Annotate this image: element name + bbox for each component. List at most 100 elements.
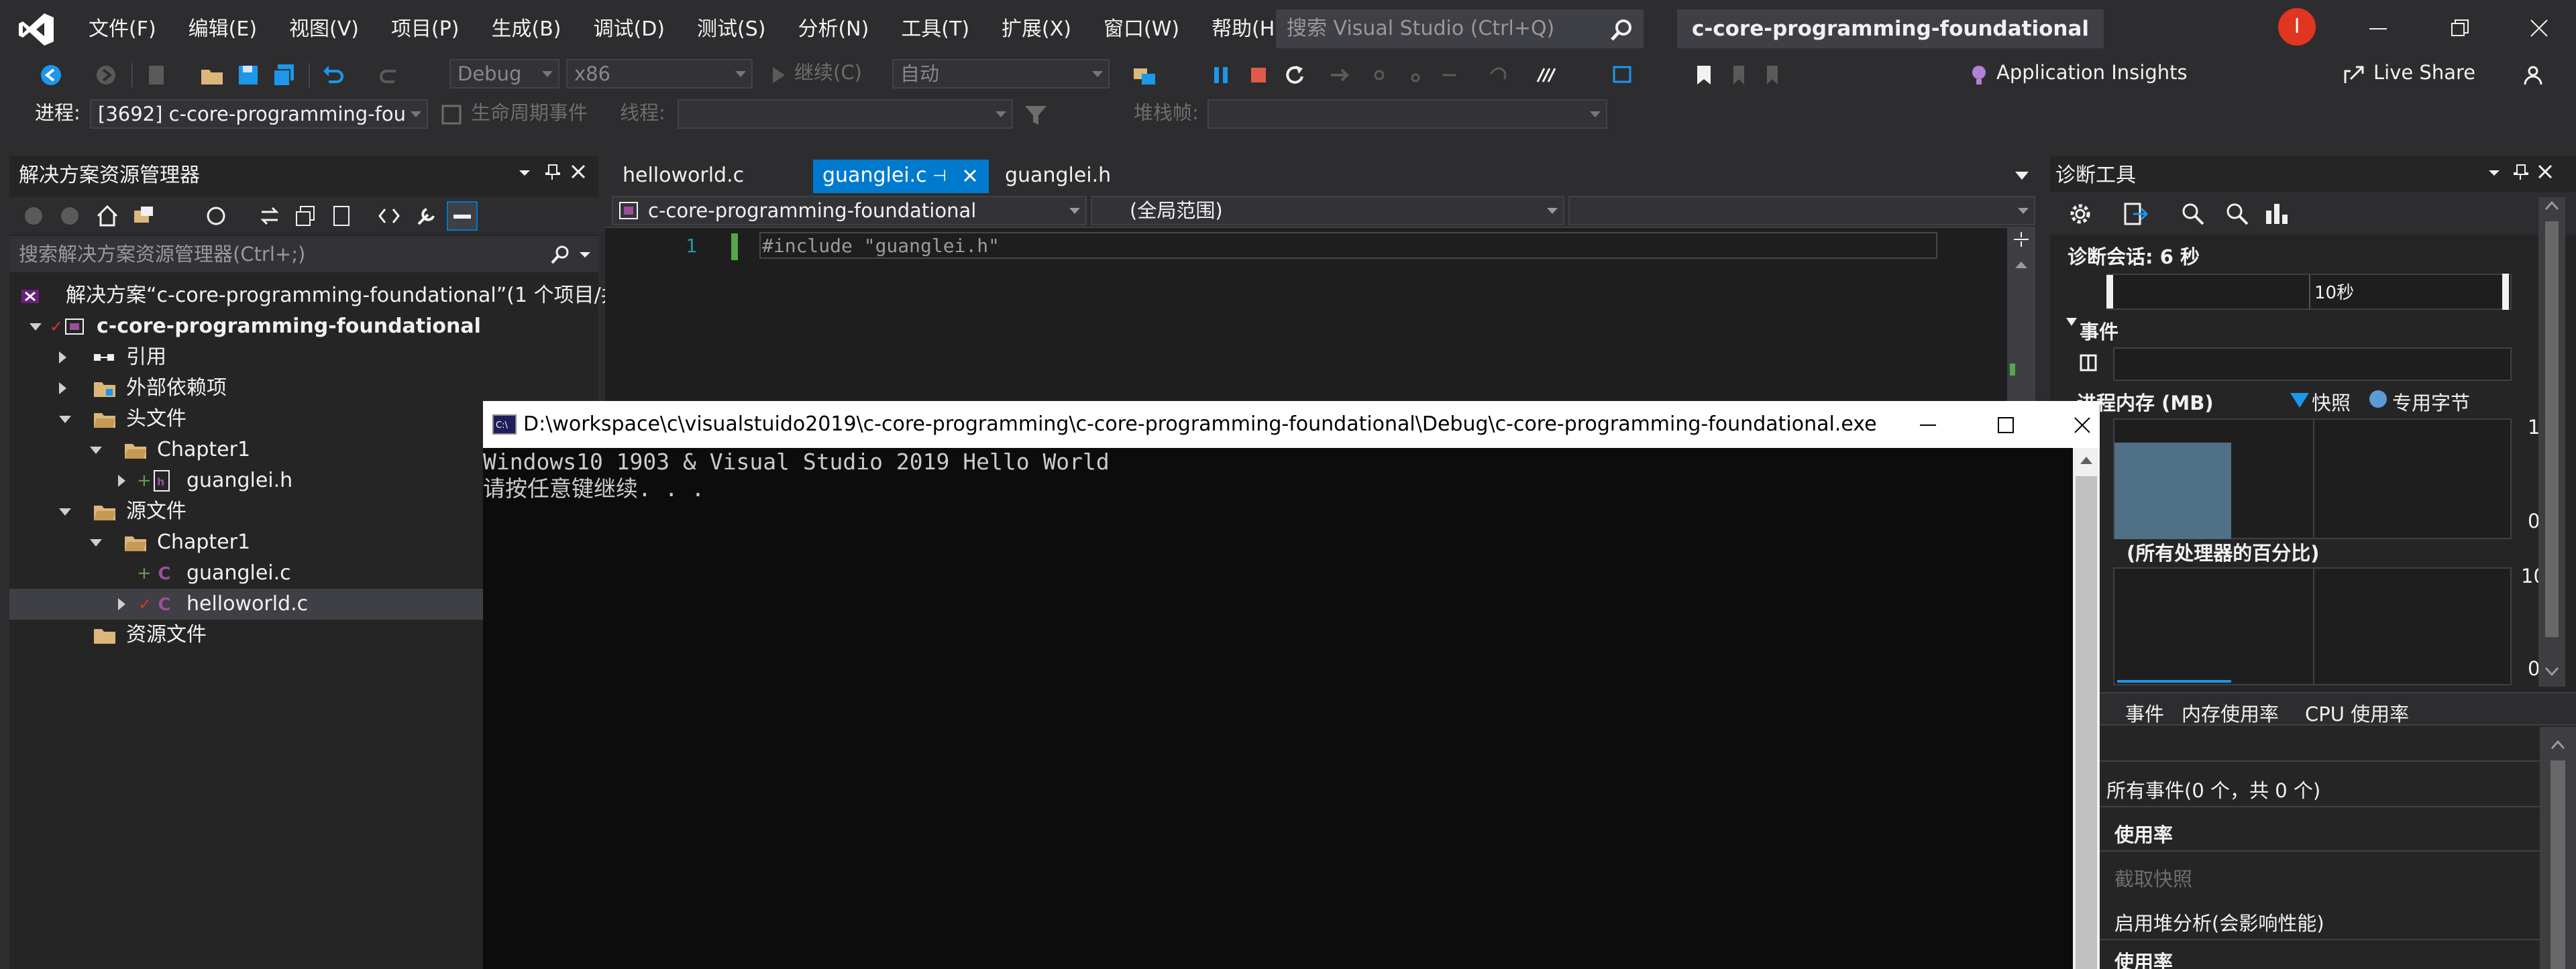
- preview-selected-button[interactable]: [447, 201, 478, 231]
- pin-icon[interactable]: [2512, 162, 2530, 181]
- expand-caret-icon[interactable]: [30, 323, 42, 331]
- menu-window[interactable]: 窗口(W): [1087, 15, 1195, 44]
- tab-guanglei-c[interactable]: guanglei.c ⊣: [813, 160, 989, 193]
- events-track[interactable]: [2113, 347, 2512, 381]
- expand-caret-icon[interactable]: [59, 508, 71, 516]
- tab-cpu-usage[interactable]: CPU 使用率: [2305, 699, 2409, 727]
- lifecycle-events-button[interactable]: 生命周期事件: [471, 98, 588, 127]
- properties-wrench-icon[interactable]: [415, 204, 439, 228]
- console-scrollbar[interactable]: [2073, 448, 2100, 969]
- save-all-icon[interactable]: [271, 62, 298, 89]
- stop-icon[interactable]: [1245, 62, 1272, 89]
- process-icon[interactable]: [1131, 62, 1158, 89]
- menu-build[interactable]: 生成(B): [475, 15, 577, 44]
- view-code-icon[interactable]: [377, 204, 401, 228]
- bookmark-icon[interactable]: [1690, 62, 1717, 89]
- new-project-icon[interactable]: [144, 62, 170, 89]
- restore-button[interactable]: [2423, 0, 2497, 56]
- show-next-statement-icon[interactable]: [1327, 62, 1354, 89]
- zoom-out-icon[interactable]: [2224, 201, 2250, 227]
- expand-caret-icon[interactable]: [59, 382, 66, 394]
- feedback-icon[interactable]: [2520, 62, 2546, 89]
- show-all-files-icon[interactable]: [329, 204, 353, 228]
- back-icon[interactable]: [23, 205, 44, 227]
- close-button[interactable]: [2502, 0, 2576, 56]
- menu-analyze[interactable]: 分析(N): [782, 15, 885, 44]
- diagnostics-bottom-scrollbar[interactable]: [2540, 727, 2576, 969]
- scroll-up-icon[interactable]: [2014, 260, 2029, 270]
- scroll-up-icon[interactable]: [2544, 201, 2559, 211]
- tab-events[interactable]: 事件: [2125, 699, 2164, 727]
- toggle-breakpoint-icon[interactable]: [1610, 62, 1637, 89]
- scroll-down-icon[interactable]: [2544, 667, 2559, 676]
- home-icon[interactable]: [95, 204, 119, 228]
- quick-search-input[interactable]: 搜索 Visual Studio (Ctrl+Q): [1276, 9, 1644, 48]
- redo-icon[interactable]: [377, 62, 404, 89]
- tab-close-icon[interactable]: [962, 168, 978, 184]
- panel-dropdown-icon[interactable]: [2486, 165, 2502, 181]
- step-out-icon[interactable]: [1438, 62, 1465, 89]
- menu-edit[interactable]: 编辑(E): [172, 15, 273, 44]
- app-insights-icon[interactable]: [1966, 62, 1992, 89]
- restart-icon[interactable]: [1281, 62, 1308, 89]
- configuration-select[interactable]: Debug: [449, 59, 559, 89]
- tab-overflow-icon[interactable]: [2014, 170, 2030, 181]
- code-include-line[interactable]: #include "guanglei.h": [762, 235, 1000, 257]
- tab-memory-usage[interactable]: 内存使用率: [2182, 699, 2279, 727]
- diagnostics-top-scrollbar[interactable]: [2538, 197, 2565, 687]
- undo-icon[interactable]: [319, 62, 346, 89]
- reset-view-icon[interactable]: [2263, 201, 2289, 227]
- auto-select[interactable]: 自动: [892, 59, 1110, 89]
- process-select[interactable]: [3692] c-core-programming-fou: [90, 99, 428, 129]
- menu-file[interactable]: 文件(F): [72, 15, 172, 44]
- live-share-icon[interactable]: [2341, 62, 2368, 89]
- live-share-button[interactable]: Live Share: [2373, 58, 2475, 87]
- menu-project[interactable]: 项目(P): [375, 15, 476, 44]
- timeline-end-handle[interactable]: [2502, 274, 2509, 310]
- app-insights-button[interactable]: Application Insights: [1996, 58, 2188, 87]
- settings-gear-icon[interactable]: [2068, 201, 2093, 227]
- filter-icon[interactable]: [1022, 102, 1049, 129]
- expand-caret-icon[interactable]: [59, 416, 71, 423]
- continue-play-icon[interactable]: [765, 62, 792, 89]
- member-nav-select[interactable]: [1568, 196, 2035, 225]
- hot-reload-icon[interactable]: [1534, 62, 1560, 89]
- panel-dropdown-icon[interactable]: [517, 165, 533, 181]
- pin-icon[interactable]: [543, 162, 562, 181]
- solution-search-input[interactable]: 搜索解决方案资源管理器(Ctrl+;): [9, 236, 598, 272]
- memory-graph[interactable]: [2113, 418, 2512, 539]
- back-icon[interactable]: [38, 62, 64, 89]
- thread-select[interactable]: [678, 99, 1013, 129]
- scroll-up-icon[interactable]: [2079, 455, 2094, 465]
- forward-icon[interactable]: [93, 62, 119, 89]
- bookmark-prev-icon[interactable]: [1724, 62, 1751, 89]
- session-timeline[interactable]: 10秒: [2106, 274, 2512, 310]
- scroll-thumb[interactable]: [2545, 221, 2559, 637]
- tab-helloworld-c[interactable]: helloworld.c: [613, 160, 753, 193]
- continue-button[interactable]: 继续(C): [794, 58, 862, 87]
- console-minimize-icon[interactable]: [1919, 416, 1937, 435]
- search-options-icon[interactable]: [578, 249, 592, 260]
- save-icon[interactable]: [235, 62, 262, 89]
- timeline-start-handle[interactable]: [2106, 275, 2113, 308]
- forward-icon[interactable]: [59, 205, 80, 227]
- menu-extensions[interactable]: 扩展(X): [985, 15, 1087, 44]
- heap-profiling-toggle[interactable]: 启用堆分析(会影响性能): [2114, 908, 2324, 936]
- pause-icon[interactable]: [1208, 62, 1234, 89]
- expand-caret-icon[interactable]: [118, 598, 125, 610]
- events-collapse-caret-icon[interactable]: [2066, 318, 2077, 326]
- collapse-all-icon[interactable]: [294, 204, 318, 228]
- visual-studio-logo-icon[interactable]: [17, 12, 55, 47]
- menu-view[interactable]: 视图(V): [273, 15, 375, 44]
- step-over-icon[interactable]: [1402, 62, 1429, 89]
- pending-changes-filter-icon[interactable]: [204, 204, 228, 228]
- menu-test[interactable]: 测试(S): [681, 15, 782, 44]
- scroll-up-icon[interactable]: [2551, 740, 2565, 750]
- tree-solution-node[interactable]: 解决方案“c-core-programming-foundational”(1 …: [9, 280, 621, 311]
- project-nav-select[interactable]: c-core-programming-foundational: [612, 196, 1087, 225]
- switch-views-icon[interactable]: [131, 204, 156, 228]
- export-icon[interactable]: [2123, 201, 2148, 227]
- take-snapshot-button[interactable]: 截取快照: [2114, 864, 2192, 892]
- platform-select[interactable]: x86: [566, 59, 753, 89]
- expand-caret-icon[interactable]: [118, 475, 125, 487]
